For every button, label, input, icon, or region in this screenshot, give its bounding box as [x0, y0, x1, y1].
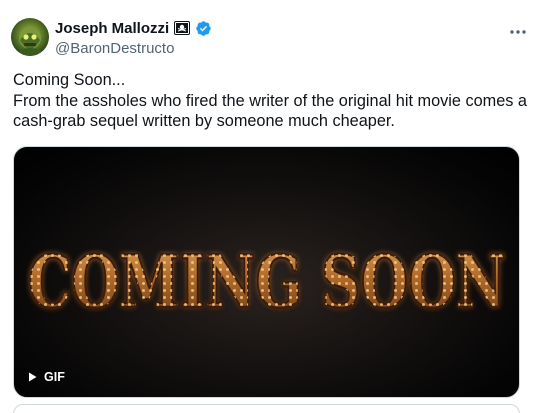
tweet-text-line: From the assholes who fired the writer o…: [13, 91, 527, 110]
name-row: Joseph Mallozzi: [55, 18, 500, 38]
tweet-header: Joseph Mallozzi @BaronDestructo: [55, 18, 500, 58]
gif-media[interactable]: COMING SOON COMING SOON GIF: [13, 146, 520, 398]
tweet-text-line: cash-grab sequel written by someone much…: [13, 112, 395, 130]
quoted-card-edge: [13, 404, 520, 413]
user-handle[interactable]: @BaronDestructo: [55, 39, 500, 58]
tweet: Joseph Mallozzi @BaronDestructo Coming S…: [0, 0, 540, 413]
gif-badge[interactable]: GIF: [28, 369, 65, 385]
marquee-bulbs: COMING SOON: [28, 239, 506, 324]
play-icon: [28, 372, 37, 382]
tweet-text-line: Coming Soon...: [13, 71, 126, 89]
pirate-flag-icon: [174, 21, 191, 35]
more-icon[interactable]: [508, 22, 528, 42]
display-name[interactable]: Joseph Mallozzi: [55, 20, 169, 37]
verified-badge-icon[interactable]: [195, 20, 212, 37]
coming-soon-marquee: COMING SOON COMING SOON: [27, 238, 508, 326]
gif-label: GIF: [44, 370, 65, 384]
avatar[interactable]: [11, 18, 49, 56]
tweet-text: Coming Soon... From the assholes who fir…: [13, 70, 527, 132]
avatar-image: [17, 27, 43, 56]
